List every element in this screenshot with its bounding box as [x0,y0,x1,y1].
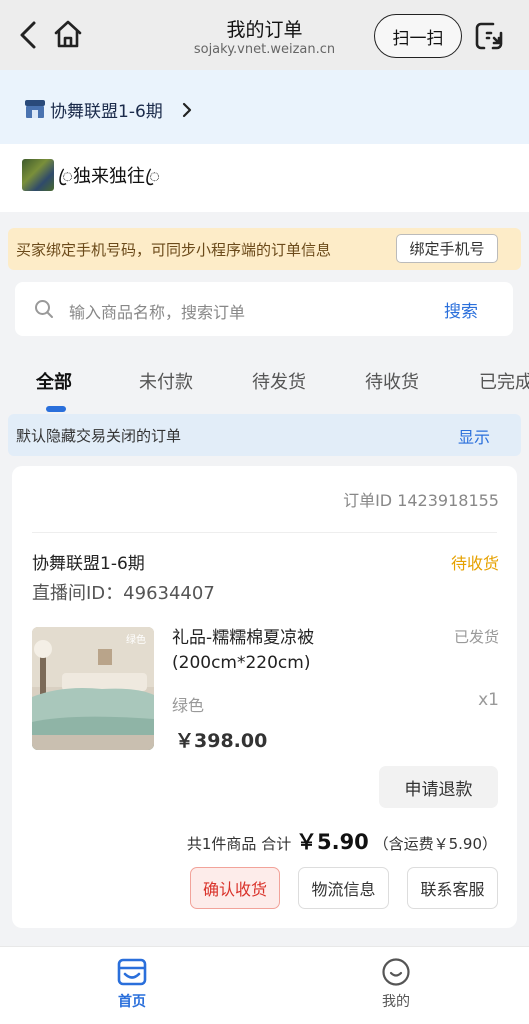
active-tab-indicator [46,406,66,412]
total-amount: ￥5.90 [295,830,369,854]
product-thumbnail[interactable]: 绿色 [32,627,154,750]
product-quantity: x1 [478,690,499,710]
tab-all[interactable]: 全部 [36,368,72,394]
logistics-button[interactable]: 物流信息 [298,867,389,909]
order-id: 订单ID 1423918155 [343,491,499,510]
scan-button[interactable]: 扫一扫 [374,14,462,58]
profile-icon [382,958,410,986]
bottom-nav: 首页 我的 [0,946,529,1024]
search-bar: 输入商品名称，搜索订单 搜索 [15,282,513,336]
total-prefix: 共1件商品 合计 [186,835,292,853]
order-status: 待收货 [450,554,499,573]
product-name[interactable]: 礼品-糯糯棉夏凉被(200cm*220cm) [172,626,437,676]
product-spec: 绿色 [172,696,205,715]
shop-bar[interactable]: 协舞联盟1-6期 [0,70,529,144]
search-input[interactable]: 输入商品名称，搜索订单 [69,299,245,323]
search-button[interactable]: 搜索 [444,297,478,322]
nav-home[interactable]: 首页 [92,957,172,1011]
search-icon [35,300,53,318]
product-price: ￥398.00 [175,730,268,752]
hidden-orders-notice: 默认隐藏交易关闭的订单 显示 [8,414,521,456]
chevron-right-icon [182,102,192,118]
confirm-receipt-button[interactable]: 确认收货 [190,867,280,909]
shop-name: 协舞联盟1-6期 [50,102,163,122]
user-name: ꦿ独来独往ꦿ [58,166,160,187]
ship-status: 已发货 [453,628,499,646]
thumbnail-tag: 绿色 [126,635,146,646]
order-total: 共1件商品 合计 ￥5.90 （含运费￥5.90） [187,826,497,856]
shipping-fee: （含运费￥5.90） [373,835,497,853]
store-icon [25,100,45,118]
live-room-id: 直播间ID：49634407 [32,583,215,604]
bind-phone-notice: 买家绑定手机号码，可同步小程序端的订单信息 绑定手机号 [8,228,521,270]
show-hidden-button[interactable]: 显示 [458,424,490,448]
nav-mine-label: 我的 [382,994,410,1010]
tab-to-receive[interactable]: 待收货 [365,368,419,394]
contact-service-button[interactable]: 联系客服 [407,867,498,909]
shop-home-icon [117,958,147,986]
share-icon[interactable] [473,20,505,52]
avatar [22,159,54,191]
bind-phone-button[interactable]: 绑定手机号 [396,234,498,263]
tab-unpaid[interactable]: 未付款 [139,368,193,394]
order-tabs: 全部 未付款 待发货 待收货 已完成 [0,346,529,414]
tab-completed[interactable]: 已完成 [479,368,529,394]
notice-text: 买家绑定手机号码，可同步小程序端的订单信息 [16,241,332,259]
top-bar: 我的订单 sojaky.vnet.weizan.cn 扫一扫 [0,0,529,70]
order-shop-name: 协舞联盟1-6期 [32,554,145,574]
hidden-orders-text: 默认隐藏交易关闭的订单 [16,427,182,445]
tab-to-ship[interactable]: 待发货 [252,368,306,394]
refund-button[interactable]: 申请退款 [379,766,498,808]
user-bar: ꦿ独来独往ꦿ [0,144,529,212]
divider [32,532,497,533]
order-card[interactable]: 订单ID 1423918155 协舞联盟1-6期 待收货 直播间ID：49634… [12,466,517,928]
nav-mine[interactable]: 我的 [356,957,436,1011]
nav-home-label: 首页 [118,994,146,1010]
